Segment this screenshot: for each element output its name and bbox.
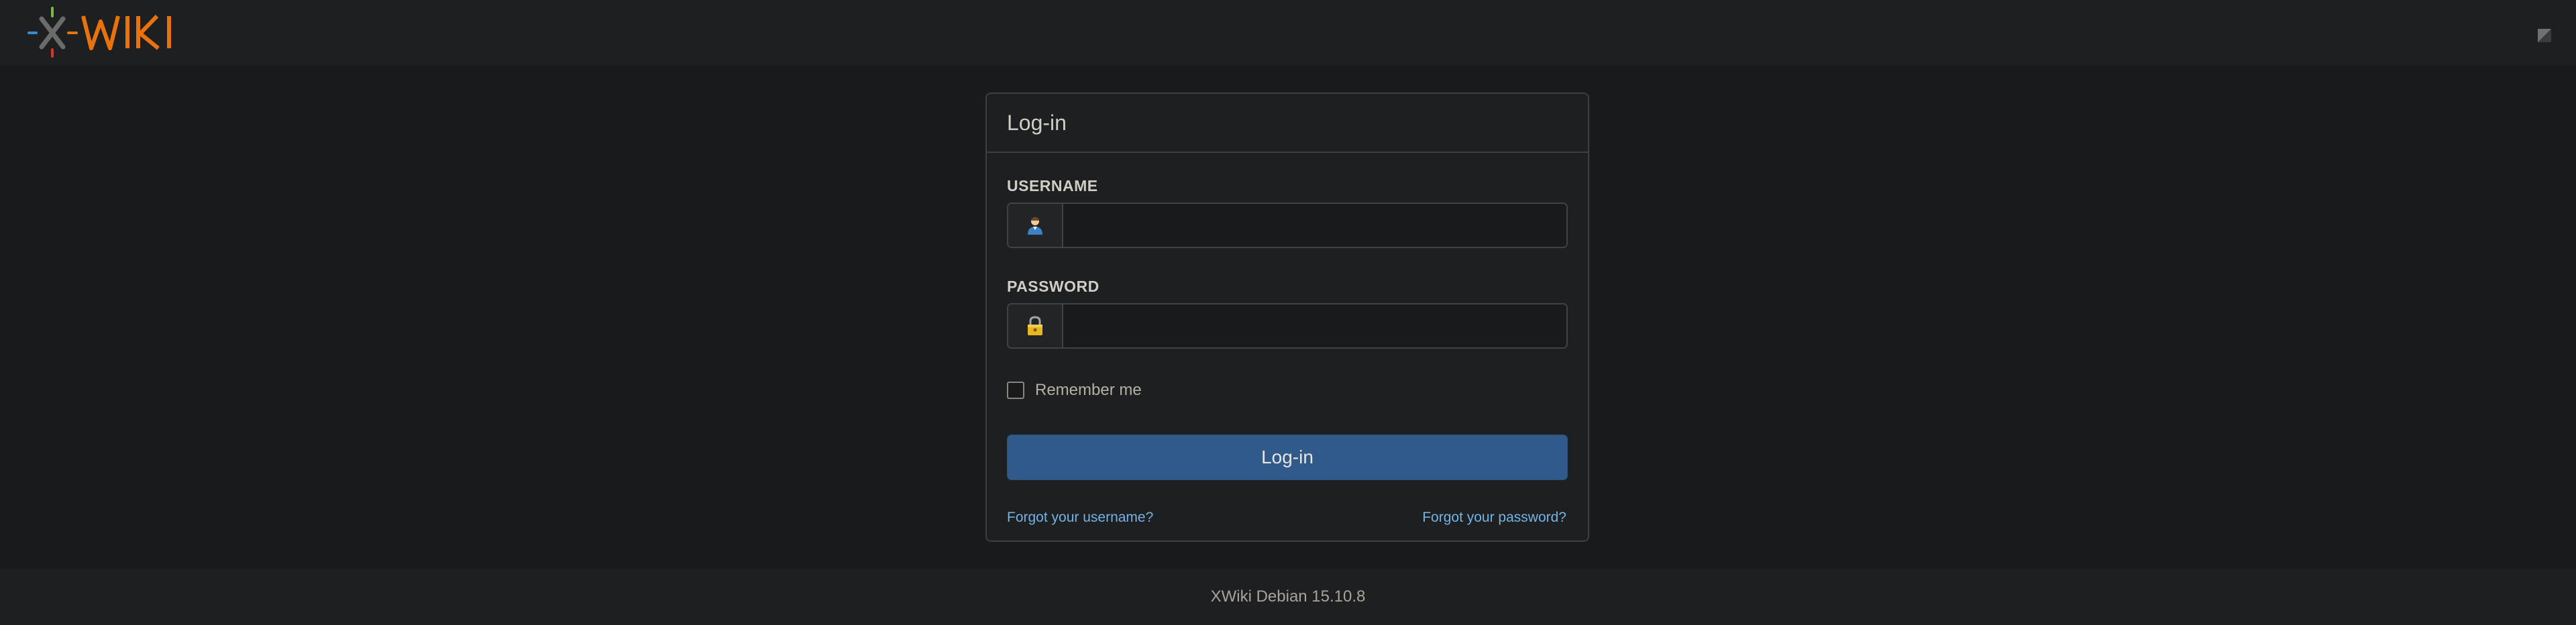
login-panel: Log-in USERNAME PASSWORD Remember me Log… [985,93,1589,542]
login-button[interactable]: Log-in [1007,435,1568,480]
version-text: XWiki Debian 15.10.8 [1210,587,1366,606]
password-label: PASSWORD [1007,278,1099,295]
xwiki-logo[interactable] [27,7,178,58]
login-panel-title: Log-in [987,94,1588,153]
password-input[interactable] [1063,304,1566,347]
user-icon [1008,204,1063,247]
menu-square-icon[interactable] [2537,28,2552,43]
xwiki-logo-graphic [28,7,171,58]
username-input[interactable] [1063,204,1566,247]
remember-me-checkbox[interactable] [1007,382,1024,399]
forgot-username-link[interactable]: Forgot your username? [1007,510,1153,526]
password-input-group [1007,303,1568,349]
remember-me-label: Remember me [1035,381,1142,399]
username-label: USERNAME [1007,177,1098,194]
footer: XWiki Debian 15.10.8 [0,569,2576,625]
top-navbar [0,0,2576,66]
lock-icon [1008,304,1063,347]
username-input-group [1007,203,1568,248]
forgot-password-link[interactable]: Forgot your password? [1422,510,1566,526]
remember-me[interactable]: Remember me [1007,381,1142,400]
